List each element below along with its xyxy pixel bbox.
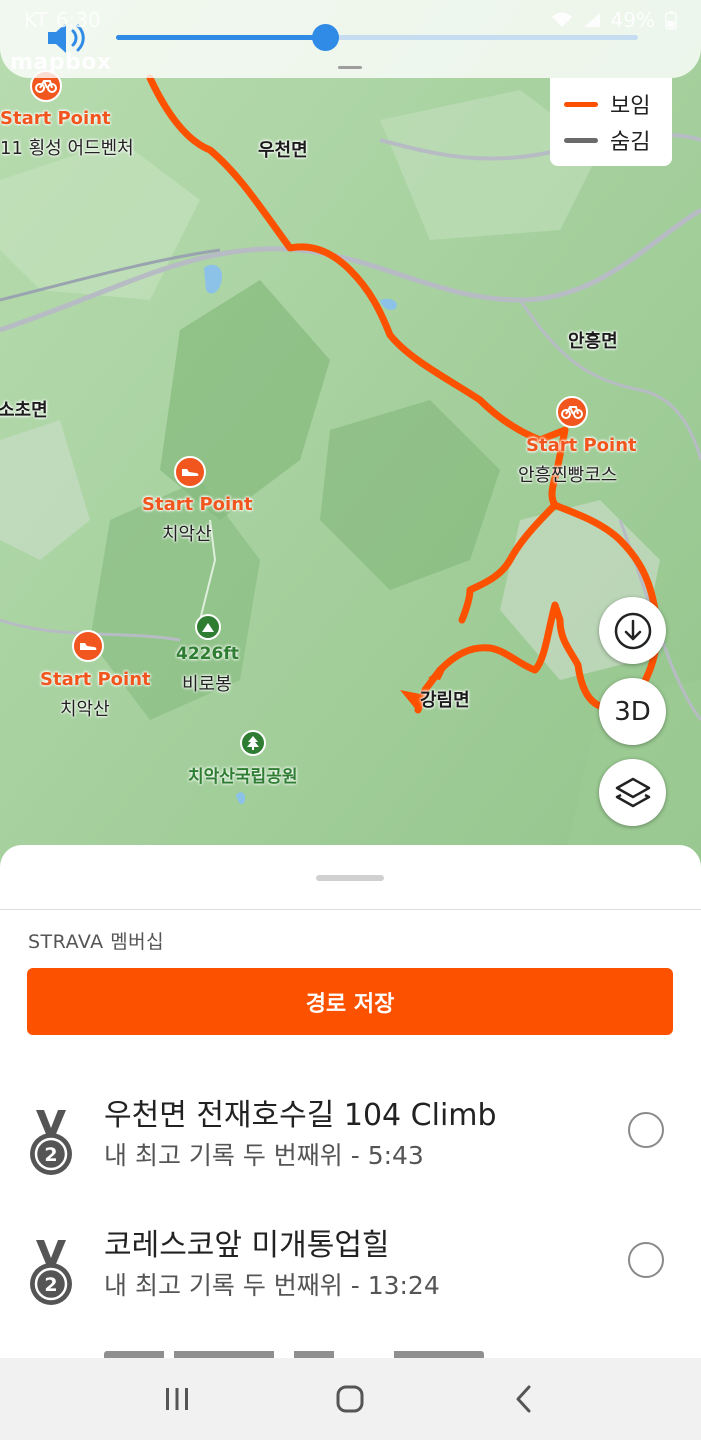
membership-label: STRAVA 멤버십 <box>28 931 165 953</box>
segment-row[interactable]: 2 우천면 전재호수길 104 Climb 내 최고 기록 두 번째위 - 5:… <box>0 1090 701 1210</box>
layers-button[interactable] <box>599 759 666 826</box>
peak-elevation: 4226ft <box>176 644 239 664</box>
carrier: KT <box>24 8 48 32</box>
route-legend: 보임 숨김 <box>550 78 672 166</box>
back-button[interactable] <box>494 1369 554 1429</box>
segment-title: 코레스코앞 미개통업힐 <box>104 1228 390 1263</box>
start-point-name: 안흥찐빵코스 <box>518 465 618 486</box>
peak-name: 비로봉 <box>182 674 232 695</box>
recents-icon <box>165 1388 188 1410</box>
shoe-icon <box>182 469 199 476</box>
start-point-label: Start Point <box>142 494 253 515</box>
battery-level: 49% <box>610 8 655 32</box>
start-point-label: Start Point <box>0 108 111 129</box>
start-point-label: Start Point <box>40 669 151 690</box>
segment-radio[interactable] <box>628 1242 664 1278</box>
battery-icon <box>665 11 677 30</box>
medal-rank: 2 <box>44 1144 57 1166</box>
tree-icon <box>247 736 259 750</box>
status-bar: KT 6:30 49% <box>0 0 701 40</box>
park-marker[interactable] <box>240 730 266 756</box>
segment-subtitle: 내 최고 기록 두 번째위 - 13:24 <box>104 1271 440 1300</box>
map-view[interactable]: 우천면 안흥면 소초면 강림면 Start Point 11 횡성 어드벤처 S… <box>0 0 701 880</box>
wifi-icon <box>551 12 572 27</box>
mountain-icon <box>202 622 214 632</box>
shoe-icon <box>80 643 97 650</box>
segment-row[interactable]: 2 코레스코앞 미개통업힐 내 최고 기록 두 번째위 - 13:24 <box>0 1220 701 1340</box>
system-navigation-bar <box>0 1358 701 1440</box>
start-point-name: 치악산 <box>162 524 212 545</box>
start-point-marker[interactable] <box>72 630 104 662</box>
place-label: 안흥면 <box>568 331 618 352</box>
legend-hidden: 숨김 <box>564 122 658 158</box>
legend-hidden-swatch <box>564 137 598 143</box>
start-point-name: 치악산 <box>60 699 110 720</box>
recents-button[interactable] <box>147 1369 207 1429</box>
panel-drag-handle[interactable] <box>338 66 362 69</box>
sheet-drag-handle[interactable] <box>316 875 384 881</box>
medal-rank: 2 <box>44 1274 57 1296</box>
medal-icon: 2 <box>30 1240 72 1305</box>
start-point-label: Start Point <box>526 435 637 456</box>
download-icon <box>614 612 651 649</box>
divider <box>0 909 701 910</box>
back-icon <box>516 1385 531 1413</box>
start-point-marker[interactable] <box>174 456 206 488</box>
bike-icon <box>35 80 57 93</box>
place-label: 우천면 <box>258 140 308 161</box>
place-label: 강림면 <box>420 690 470 711</box>
clock: 6:30 <box>55 8 101 32</box>
legend-shown: 보임 <box>564 86 658 122</box>
legend-shown-label: 보임 <box>610 94 651 119</box>
layers-icon <box>615 777 650 807</box>
home-button[interactable] <box>320 1369 380 1429</box>
download-button[interactable] <box>599 597 666 664</box>
segment-subtitle: 내 최고 기록 두 번째위 - 5:43 <box>104 1141 424 1170</box>
legend-shown-swatch <box>564 101 598 107</box>
medal-icon: 2 <box>30 1110 72 1175</box>
home-icon <box>336 1385 364 1413</box>
peak-marker[interactable] <box>195 614 221 640</box>
place-label: 소초면 <box>0 400 48 421</box>
3d-button[interactable]: 3D <box>599 678 666 745</box>
segment-radio[interactable] <box>628 1112 664 1148</box>
segment-title: 우천면 전재호수길 104 Climb <box>104 1098 497 1133</box>
park-name: 치악산국립공원 <box>188 767 298 787</box>
signal-icon <box>583 13 600 27</box>
bottom-sheet: STRAVA 멤버십 경로 저장 2 우천면 전재호수길 104 Climb 내… <box>0 845 701 1363</box>
save-route-button[interactable]: 경로 저장 <box>27 968 673 1035</box>
legend-hidden-label: 숨김 <box>610 130 651 155</box>
bike-icon <box>561 406 583 419</box>
start-point-name: 11 횡성 어드벤처 <box>0 138 134 159</box>
start-point-marker[interactable] <box>556 396 588 428</box>
